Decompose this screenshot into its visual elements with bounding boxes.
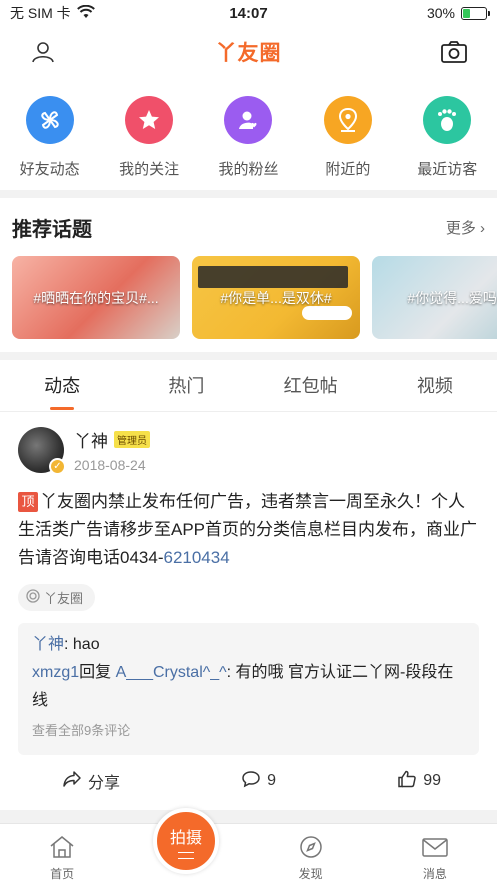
circle-tag-label: 丫友圈 (44, 591, 84, 606)
comment-user[interactable]: xmzg1 (32, 664, 79, 681)
topic-card[interactable]: #你是单...是双休# (192, 256, 360, 339)
topic-caption: #晒晒在你的宝贝#... (33, 290, 159, 306)
comment-icon (241, 770, 261, 793)
comment-button[interactable]: 9 (241, 770, 276, 793)
comment-text: : hao (64, 636, 100, 653)
entry-recent-visitors[interactable]: 最近访客 (399, 96, 495, 190)
star-icon (125, 96, 174, 144)
status-time: 14:07 (229, 4, 268, 22)
nav-discover[interactable]: 发现 (266, 824, 356, 883)
tab-hot[interactable]: 热门 (146, 360, 226, 412)
shoot-button[interactable]: 拍摄 (153, 808, 219, 874)
like-count: 99 (423, 772, 441, 789)
topic-caption: #你觉得...爱吗# (407, 290, 497, 306)
card-illustration (198, 266, 348, 288)
entry-my-fans[interactable]: 我的粉丝 (200, 96, 296, 190)
admin-badge: 管理员 (114, 431, 150, 448)
pinned-badge: 顶 (18, 492, 38, 512)
topic-card[interactable]: #晒晒在你的宝贝#... (12, 256, 180, 339)
bottom-nav: 首页 发现 消息 (0, 823, 497, 883)
post-body[interactable]: 顶丫友圈内禁止发布任何广告，违者禁言一周至永久！个人生活类广告请移步至APP首页… (18, 488, 479, 572)
comment-item[interactable]: xmzg1回复 A___Crystal^_^: 有的哦 官方认证二丫网-段段在线 (32, 659, 465, 715)
recommended-topics: 推荐话题 更多 › #晒晒在你的宝贝#... #你是单...是双休# #你觉得.… (0, 198, 497, 352)
page-title: 丫友圈 (215, 42, 282, 65)
shoot-label: 拍摄 (169, 829, 202, 847)
carrier-label: 无 SIM 卡 (10, 5, 71, 21)
post-actions: 分享 9 99 (18, 755, 479, 807)
comment-user[interactable]: 丫神 (32, 636, 64, 653)
mail-icon (421, 835, 449, 862)
thumbs-up-icon (397, 770, 417, 793)
compass-icon (299, 835, 323, 862)
feed-post: ✓ 丫神 管理员 2018-08-24 顶丫友圈内禁止发布任何广告，违者禁言一周… (0, 412, 497, 810)
more-topics-link[interactable]: 更多 › (446, 217, 485, 238)
view-all-comments[interactable]: 查看全部9条评论 (32, 717, 465, 745)
status-bar: 无 SIM 卡 14:07 30% (0, 0, 497, 26)
nav-messages[interactable]: 消息 (390, 824, 480, 883)
location-pin-icon (323, 96, 372, 144)
post-text: 丫友圈内禁止发布任何广告，违者禁言一周至永久！个人生活类广告请移步至APP首页的… (18, 492, 478, 567)
top-header: 丫友圈 (0, 26, 497, 78)
author-name[interactable]: 丫神 (74, 427, 108, 452)
verified-icon: ✓ (49, 458, 66, 475)
entry-friend-feed[interactable]: 好友动态 (2, 96, 98, 190)
entry-label: 附近的 (325, 161, 371, 178)
entry-label: 我的粉丝 (218, 161, 279, 178)
nav-label: 发现 (298, 867, 323, 881)
tab-red-packet[interactable]: 红包帖 (271, 360, 351, 412)
menu-lines-icon (178, 851, 194, 859)
comment-item[interactable]: 丫神: hao (32, 631, 465, 659)
pinwheel-icon (25, 96, 74, 144)
nav-label: 首页 (50, 867, 75, 881)
comment-count: 9 (267, 772, 277, 789)
tab-feed[interactable]: 动态 (22, 360, 102, 412)
entry-nearby[interactable]: 附近的 (300, 96, 396, 190)
avatar[interactable]: ✓ (18, 427, 66, 475)
more-label: 更多 (445, 219, 476, 237)
like-button[interactable]: 99 (397, 770, 441, 793)
home-icon (48, 835, 76, 862)
chevron-right-icon: › (480, 219, 485, 237)
post-date: 2018-08-24 (74, 457, 146, 473)
tab-video[interactable]: 视频 (395, 360, 475, 412)
battery-icon (461, 6, 490, 20)
wifi-icon (76, 4, 95, 22)
entry-label: 好友动态 (19, 161, 80, 178)
reply-word: 回复 (79, 664, 112, 681)
entry-label: 最近访客 (417, 161, 478, 178)
battery-percent: 30% (426, 5, 455, 21)
profile-icon[interactable] (28, 37, 58, 67)
nav-label: 消息 (422, 867, 447, 881)
topic-caption: #你是单...是双休# (220, 290, 332, 306)
card-illustration (302, 306, 352, 320)
post-author: ✓ 丫神 管理员 2018-08-24 (18, 412, 479, 488)
entry-my-follows[interactable]: 我的关注 (101, 96, 197, 190)
person-heart-icon (224, 96, 273, 144)
circle-tag[interactable]: 丫友圈 (18, 584, 96, 611)
quick-entries: 好友动态 我的关注 我的粉丝 附近的 最近访客 (0, 78, 497, 190)
topic-card[interactable]: #你觉得...爱吗# (372, 256, 497, 339)
section-title: 推荐话题 (12, 218, 92, 241)
share-label: 分享 (88, 775, 121, 792)
comments-box: 丫神: hao xmzg1回复 A___Crystal^_^: 有的哦 官方认证… (18, 623, 479, 755)
camera-icon[interactable] (439, 37, 469, 67)
entry-label: 我的关注 (119, 161, 180, 178)
share-icon (62, 770, 82, 793)
footprint-icon (423, 96, 472, 144)
feed-tabs: 动态 热门 红包帖 视频 (0, 360, 497, 412)
phone-link[interactable]: 6210434 (163, 548, 229, 567)
share-button[interactable]: 分享 (62, 769, 120, 793)
reply-target[interactable]: A___Crystal^_^ (116, 664, 227, 681)
nav-home[interactable]: 首页 (17, 824, 107, 883)
circle-icon (26, 589, 40, 606)
